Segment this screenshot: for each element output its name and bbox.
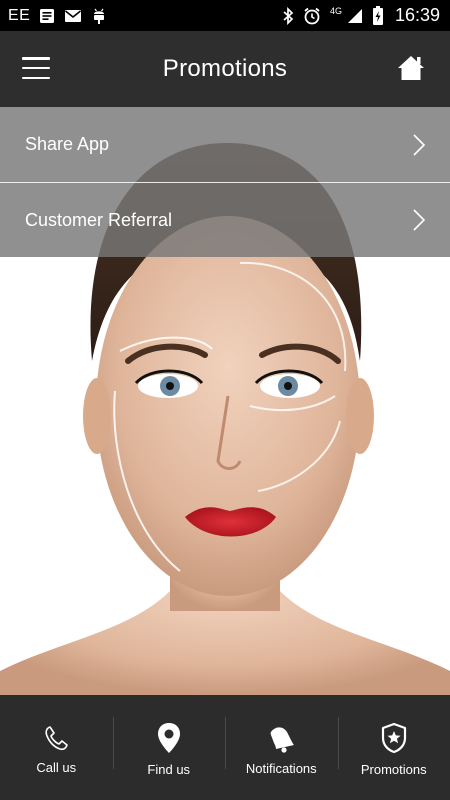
nav-label: Promotions	[360, 762, 427, 777]
menu-item-share-app[interactable]: Share App	[0, 107, 450, 182]
nav-label: Call us	[36, 760, 77, 775]
nav-find-us[interactable]: Find us	[112, 695, 226, 800]
menu-item-label: Customer Referral	[25, 209, 173, 230]
nav-notifications[interactable]: Notifications	[225, 695, 338, 800]
mail-icon	[64, 9, 82, 23]
bottom-navigation: Call us Find us Notifications Promotions	[0, 695, 450, 800]
clock-time: 16:39	[394, 5, 440, 25]
chevron-right-icon	[413, 133, 426, 156]
bell-icon	[270, 727, 295, 753]
badge-star-icon	[381, 722, 406, 754]
phone-icon	[45, 726, 69, 751]
promotions-menu-list: Share App Customer Referral	[0, 107, 450, 257]
nav-label: Notifications	[245, 761, 317, 776]
app-bar: Promotions	[0, 31, 450, 107]
battery-charging-icon	[372, 5, 384, 26]
alarm-icon	[303, 7, 321, 25]
nav-call-us[interactable]: Call us	[0, 695, 113, 800]
nav-promotions[interactable]: Promotions	[337, 695, 450, 800]
menu-item-customer-referral[interactable]: Customer Referral	[0, 182, 450, 257]
carrier-label: EE	[8, 6, 31, 24]
hamburger-menu-icon[interactable]	[22, 57, 50, 79]
network-type-label: 4G	[329, 5, 342, 16]
page-title: Promotions	[162, 55, 288, 82]
map-pin-icon	[157, 723, 180, 753]
chevron-right-icon	[413, 209, 426, 231]
notes-icon	[39, 8, 55, 24]
menu-item-label: Share App	[25, 134, 110, 154]
home-icon[interactable]	[396, 53, 426, 83]
signal-icon	[347, 8, 363, 24]
bluetooth-icon	[282, 6, 294, 25]
status-bar: EE 4G 16:39	[0, 0, 450, 31]
nav-label: Find us	[147, 762, 191, 777]
android-debug-icon	[91, 7, 107, 25]
